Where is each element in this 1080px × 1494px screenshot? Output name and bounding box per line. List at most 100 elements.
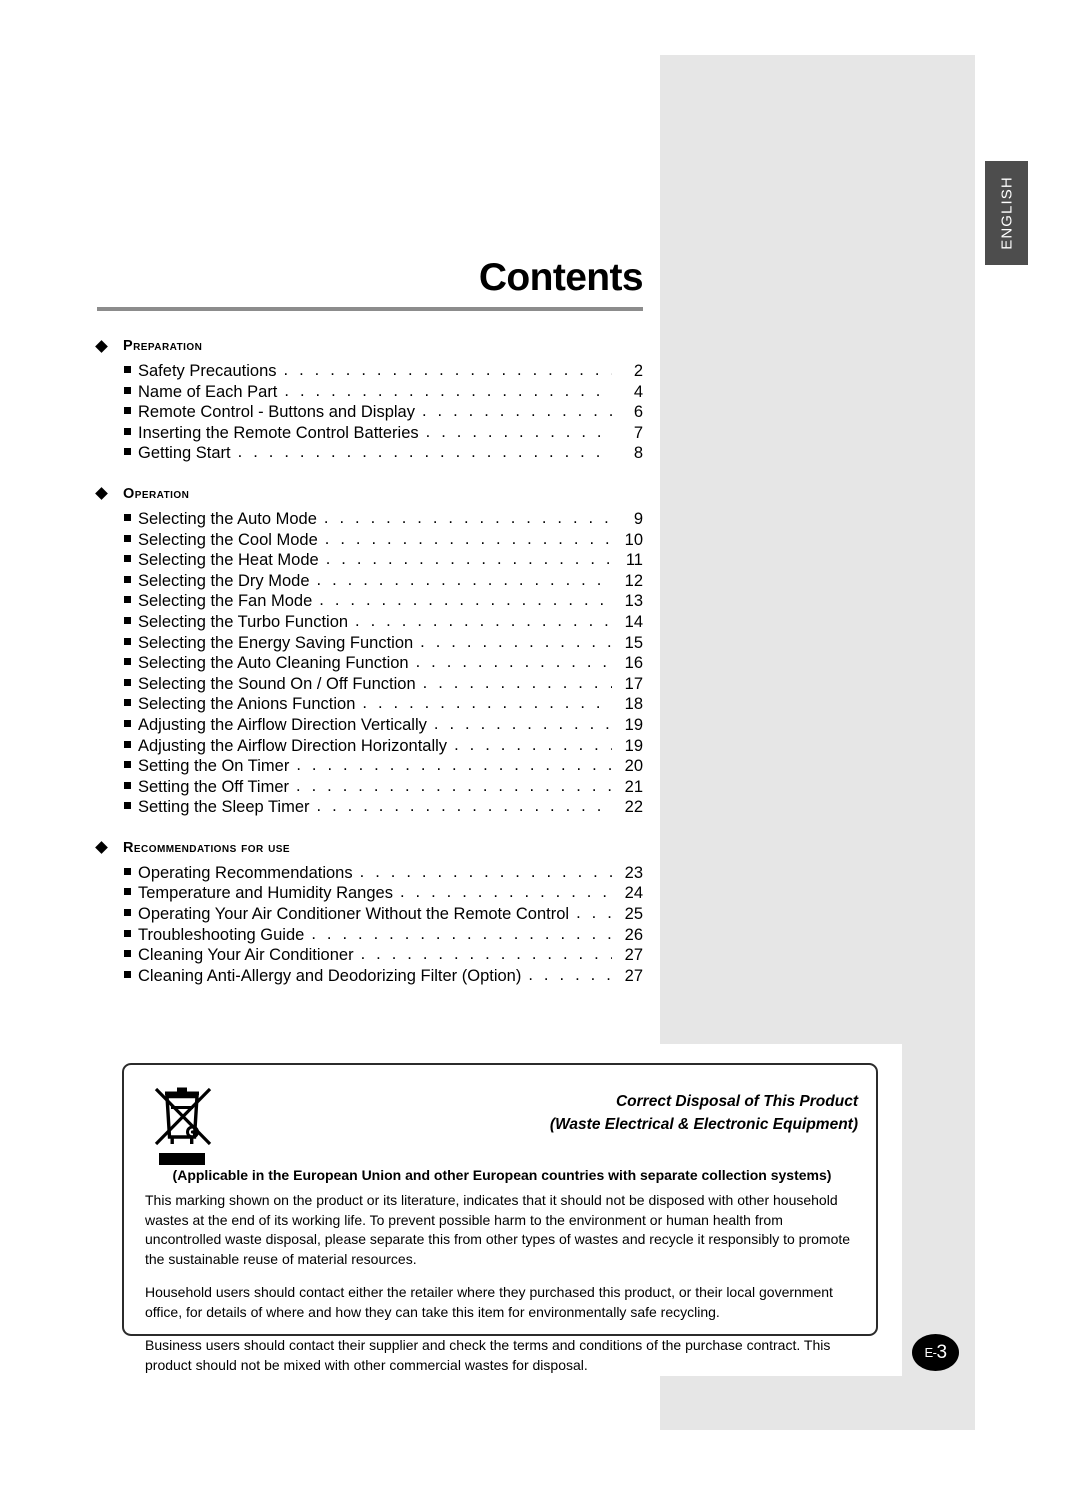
toc-entry-page-number: 9: [633, 509, 643, 528]
toc-entry-page-number: 14: [624, 612, 643, 631]
toc-section-heading: Operation: [95, 485, 643, 502]
toc-leader-dots: . . . . . . . . . . . . . . . . . . . . …: [319, 591, 612, 610]
toc-leader-dots: . . . . . . . . . . . . . . . . . . . . …: [433, 714, 612, 733]
toc-entry[interactable]: Selecting the Fan Mode . . . . . . . . . …: [97, 591, 643, 612]
toc-entry-page-number: 26: [624, 925, 643, 944]
toc-entry-list: Operating Recommendations . . . . . . . .…: [97, 863, 643, 987]
toc-entry-page-number: 21: [624, 777, 643, 796]
toc-entry[interactable]: Selecting the Energy Saving Function . . …: [97, 633, 643, 654]
toc-leader-dots: . . . . . . . . . . . . . . . . . . . . …: [399, 883, 612, 902]
square-bullet-icon: [124, 637, 131, 645]
square-bullet-icon: [124, 575, 131, 583]
square-bullet-icon: [124, 448, 131, 456]
toc-entry[interactable]: Temperature and Humidity Ranges . . . . .…: [97, 883, 643, 904]
toc-entry[interactable]: Setting the Off Timer . . . . . . . . . .…: [97, 777, 643, 798]
toc-leader-dots: . . . . . . . . . . . . . . . . . . . . …: [576, 904, 612, 923]
toc-entry-label: Setting the Sleep Timer: [138, 798, 310, 817]
toc-entry[interactable]: Selecting the Cool Mode . . . . . . . . .…: [97, 530, 643, 551]
table-of-contents: Preparation Safety Precautions . . . . . .…: [95, 338, 643, 987]
language-tab-english: ENGLISH: [985, 161, 1028, 265]
toc-section-heading: Recommendations for use: [95, 840, 643, 856]
toc-leader-dots: . . . . . . . . . . . . . . . . . . . . …: [355, 611, 612, 630]
toc-entry-page-number: 11: [625, 551, 643, 570]
toc-entry-label: Setting the On Timer: [138, 757, 290, 776]
toc-leader-dots: . . . . . . . . . . . . . . . . . . . . …: [420, 632, 612, 651]
toc-entry[interactable]: Selecting the Turbo Function . . . . . . …: [97, 612, 643, 633]
toc-entry[interactable]: Selecting the Dry Mode . . . . . . . . . …: [97, 571, 643, 592]
toc-entry[interactable]: Adjusting the Airflow Direction Horizont…: [97, 736, 643, 757]
disposal-notice-box: Correct Disposal of This Product (Waste …: [122, 1063, 878, 1373]
toc-leader-dots: . . . . . . . . . . . . . . . . . . . . …: [454, 735, 612, 754]
toc-leader-dots: . . . . . . . . . . . . . . . . . . . . …: [284, 381, 612, 400]
toc-entry[interactable]: Inserting the Remote Control Batteries . …: [97, 423, 643, 444]
toc-entry[interactable]: Selecting the Auto Cleaning Function . . …: [97, 653, 643, 674]
toc-entry[interactable]: Cleaning Your Air Conditioner . . . . . .…: [97, 945, 643, 966]
toc-entry[interactable]: Cleaning Anti-Allergy and Deodorizing Fi…: [97, 966, 643, 987]
toc-entry-page-number: 23: [624, 863, 643, 882]
toc-entry[interactable]: Troubleshooting Guide . . . . . . . . . .…: [97, 925, 643, 946]
disposal-paragraph: Household users should contact either th…: [145, 1284, 833, 1320]
toc-entry[interactable]: Safety Precautions . . . . . . . . . . . …: [97, 361, 643, 382]
page-number-prefix: E-: [924, 1345, 937, 1360]
toc-entry[interactable]: Selecting the Heat Mode . . . . . . . . .…: [97, 550, 643, 571]
toc-entry[interactable]: Name of Each Part . . . . . . . . . . . .…: [97, 382, 643, 403]
toc-entry[interactable]: Adjusting the Airflow Direction Vertical…: [97, 715, 643, 736]
disposal-heading-line2: (Waste Electrical & Electronic Equipment…: [549, 1116, 858, 1133]
crossed-out-wheeled-bin-icon: [154, 1087, 212, 1165]
toc-entry-page-number: 25: [624, 905, 643, 924]
toc-entry-label: Inserting the Remote Control Batteries: [138, 423, 419, 442]
title-divider: [97, 307, 643, 311]
toc-leader-dots: . . . . . . . . . . . . . . . . . . . . …: [360, 945, 612, 964]
language-tab-label: ENGLISH: [998, 176, 1015, 250]
toc-entry[interactable]: Selecting the Sound On / Off Function . .…: [97, 674, 643, 695]
toc-entry-label: Adjusting the Airflow Direction Vertical…: [138, 715, 427, 734]
disposal-paragraph: Business users should contact their supp…: [145, 1337, 831, 1373]
toc-entry-page-number: 2: [633, 362, 643, 380]
square-bullet-icon: [124, 658, 131, 666]
toc-entry-page-number: 20: [624, 757, 643, 776]
toc-entry-list: Safety Precautions . . . . . . . . . . . …: [97, 361, 643, 464]
toc-leader-dots: . . . . . . . . . . . . . . . . . . . . …: [421, 402, 612, 421]
square-bullet-icon: [124, 699, 131, 707]
toc-leader-dots: . . . . . . . . . . . . . . . . . . . . …: [528, 965, 612, 984]
toc-entry[interactable]: Getting Start . . . . . . . . . . . . . .…: [97, 443, 643, 464]
toc-leader-dots: . . . . . . . . . . . . . . . . . . . . …: [325, 550, 612, 569]
toc-entry-label: Selecting the Heat Mode: [138, 551, 319, 570]
page-title: Contents: [478, 256, 644, 299]
page-number-badge: E- 3: [912, 1334, 959, 1371]
toc-entry-label: Setting the Off Timer: [138, 777, 290, 796]
disposal-heading-line1: Correct Disposal of This Product: [615, 1093, 858, 1110]
square-bullet-icon: [124, 616, 131, 624]
toc-entry[interactable]: Setting the Sleep Timer . . . . . . . . .…: [97, 797, 643, 818]
toc-entry-page-number: 6: [633, 403, 643, 422]
toc-entry-page-number: 7: [633, 423, 643, 442]
toc-entry-page-number: 10: [624, 530, 643, 549]
toc-entry-label: Cleaning Anti-Allergy and Deodorizing Fi…: [138, 966, 522, 985]
toc-entry-label: Selecting the Dry Mode: [138, 571, 310, 590]
square-bullet-icon: [124, 366, 131, 373]
toc-section-heading-label: Operation: [123, 485, 190, 502]
toc-entry-label: Remote Control - Buttons and Display: [138, 403, 415, 422]
toc-entry-page-number: 4: [633, 382, 643, 401]
toc-entry[interactable]: Selecting the Auto Mode . . . . . . . . .…: [97, 509, 643, 530]
toc-entry-page-number: 19: [624, 736, 643, 755]
toc-entry-page-number: 24: [624, 884, 643, 903]
disposal-paragraph: This marking shown on the product or its…: [145, 1192, 851, 1267]
toc-entry[interactable]: Operating Recommendations . . . . . . . .…: [97, 863, 643, 884]
toc-entry[interactable]: Selecting the Anions Function . . . . . .…: [97, 694, 643, 715]
square-bullet-icon: [124, 596, 131, 604]
toc-entry-page-number: 12: [624, 571, 643, 590]
toc-entry-label: Selecting the Fan Mode: [138, 592, 313, 611]
toc-leader-dots: . . . . . . . . . . . . . . . . . . . . …: [283, 361, 613, 379]
toc-entry-label: Selecting the Turbo Function: [138, 612, 349, 631]
toc-entry-label: Selecting the Sound On / Off Function: [138, 674, 416, 693]
page-number-value: 3: [936, 1341, 947, 1363]
toc-entry-label: Selecting the Energy Saving Function: [138, 633, 414, 652]
disposal-applicability: (Applicable in the European Union and ot…: [172, 1167, 832, 1183]
square-bullet-icon: [124, 950, 131, 958]
toc-entry-page-number: 19: [624, 715, 643, 734]
toc-entry[interactable]: Operating Your Air Conditioner Without t…: [97, 904, 643, 925]
toc-leader-dots: . . . . . . . . . . . . . . . . . . . . …: [425, 422, 612, 441]
toc-entry[interactable]: Setting the On Timer . . . . . . . . . . …: [97, 756, 643, 777]
toc-entry[interactable]: Remote Control - Buttons and Display . . …: [97, 402, 643, 423]
